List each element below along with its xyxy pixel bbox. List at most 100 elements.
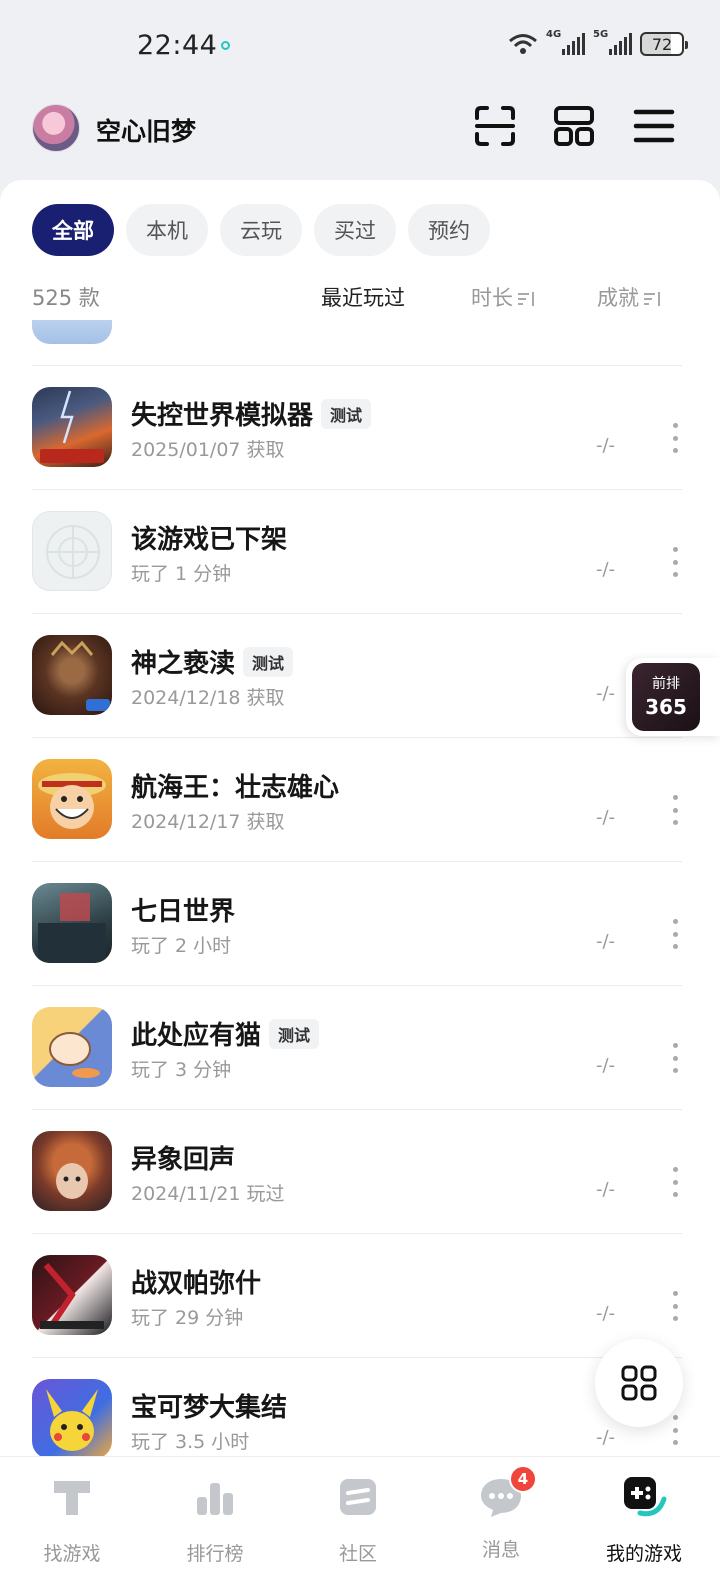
tab-label: 找游戏 (43, 1543, 101, 1565)
divider (32, 1357, 682, 1358)
tab-find-game[interactable]: 找游戏 (0, 1473, 144, 1566)
tab-my-games[interactable]: 我的游戏 (572, 1473, 716, 1566)
game-name: 此处应有猫 测试 (131, 1015, 320, 1052)
game-row[interactable]: 失控世界模拟器 测试 2025/01/07 获取 -/- (0, 365, 720, 489)
divider (32, 489, 682, 490)
sort-recent[interactable]: 最近玩过 (321, 282, 405, 312)
tab-label: 我的游戏 (605, 1543, 682, 1565)
tab-message[interactable]: 4 消息 (429, 1465, 573, 1562)
filter-reserved[interactable]: 预约 (408, 204, 490, 256)
game-icon[interactable] (32, 1131, 112, 1211)
game-subtitle: 玩了 2 小时 (131, 935, 232, 957)
game-icon[interactable] (32, 759, 112, 839)
game-score: -/- (596, 1055, 616, 1076)
placeholder-game-icon[interactable] (32, 511, 112, 591)
grid-icon (621, 1365, 657, 1401)
game-title: 失控世界模拟器 (131, 401, 314, 431)
game-title: 七日世界 (131, 897, 236, 927)
game-score: -/- (596, 1179, 616, 1200)
game-row[interactable]: 七日世界 玩了 2 小时 -/- (0, 861, 720, 985)
game-row[interactable]: 战双帕弥什 玩了 29 分钟 -/- (0, 1233, 720, 1357)
sort-duration[interactable]: 时长 (471, 282, 535, 312)
more-options-icon[interactable] (664, 795, 686, 825)
sort-bar: 525 款 最近玩过 时长 成就 (0, 278, 720, 318)
signal-4g-label: 4G (546, 29, 562, 40)
sort-achievement[interactable]: 成就 (597, 282, 661, 312)
status-indicators: 4G 5G 72 (508, 29, 688, 56)
username[interactable]: 空心旧梦 (96, 112, 196, 148)
wifi-icon (509, 34, 537, 54)
grid-view-button[interactable] (595, 1339, 683, 1427)
game-name: 七日世界 (131, 891, 235, 928)
tab-label: 消息 (481, 1539, 520, 1561)
game-title: 该游戏已下架 (131, 525, 288, 555)
game-name: 航海王：壮志雄心 (131, 767, 339, 804)
tab-community[interactable]: 社区 (286, 1473, 430, 1566)
game-icon-partial[interactable] (32, 320, 112, 344)
game-row[interactable]: 异象回声 2024/11/21 玩过 -/- (0, 1109, 720, 1233)
filter-all[interactable]: 全部 (32, 204, 114, 256)
more-options-icon[interactable] (664, 1415, 686, 1445)
divider (32, 1109, 682, 1110)
game-name: 神之亵渎 测试 (131, 643, 294, 680)
more-options-icon[interactable] (664, 1043, 686, 1073)
game-score: -/- (596, 1427, 616, 1448)
game-subtitle: 玩了 1 分钟 (131, 563, 232, 585)
layout-grid-icon[interactable] (552, 104, 596, 148)
game-title: 异象回声 (131, 1145, 236, 1175)
more-options-icon[interactable] (664, 919, 686, 949)
game-icon[interactable] (32, 635, 112, 715)
test-badge: 测试 (321, 398, 372, 429)
more-options-icon[interactable] (664, 1167, 686, 1197)
games-sheet: 全部 本机 云玩 买过 预约 525 款 最近玩过 时长 成就 失控世界模拟器测… (0, 180, 720, 1460)
menu-icon[interactable] (632, 104, 676, 148)
test-badge: 测试 (243, 646, 294, 677)
game-row[interactable]: 此处应有猫 测试 玩了 3 分钟 -/- (0, 985, 720, 1109)
game-title: 宝可梦大集结 (131, 1393, 288, 1423)
filter-purchased[interactable]: 买过 (314, 204, 396, 256)
game-icon[interactable] (32, 1007, 112, 1087)
divider (32, 613, 682, 614)
game-score: -/- (596, 559, 616, 580)
game-title: 此处应有猫 (131, 1021, 262, 1051)
filter-local[interactable]: 本机 (126, 204, 208, 256)
game-icon[interactable] (32, 1255, 112, 1335)
front-row-number: 365 (645, 695, 687, 719)
game-name: 宝可梦大集结 (131, 1387, 287, 1424)
filter-cloud[interactable]: 云玩 (220, 204, 302, 256)
game-score: -/- (596, 807, 616, 828)
sort-order-icon (518, 292, 534, 306)
game-subtitle: 2024/12/17 获取 (131, 811, 285, 833)
tab-ranking[interactable]: 排行榜 (143, 1473, 287, 1566)
signal-5g-label: 5G (593, 29, 609, 40)
front-row-badge[interactable]: 前排 365 (626, 658, 720, 736)
notification-dot-icon (221, 41, 230, 50)
game-score: -/- (596, 1303, 616, 1324)
game-row[interactable]: 航海王：壮志雄心 2024/12/17 获取 -/- (0, 737, 720, 861)
sort-duration-label: 时长 (471, 286, 513, 310)
more-options-icon[interactable] (664, 547, 686, 577)
game-row[interactable]: 神之亵渎 测试 2024/12/18 获取 -/- (0, 613, 720, 737)
game-score: -/- (596, 435, 616, 456)
game-count: 525 款 (32, 286, 100, 310)
divider (32, 365, 682, 366)
community-icon (340, 1479, 376, 1515)
front-row-badge-card: 前排 365 (632, 663, 700, 731)
sort-order-icon (644, 292, 660, 306)
game-subtitle: 2024/12/18 获取 (131, 687, 285, 709)
game-icon[interactable] (32, 883, 112, 963)
battery-level: 72 (651, 34, 673, 54)
game-score: -/- (596, 931, 616, 952)
more-options-icon[interactable] (664, 423, 686, 453)
scan-icon[interactable] (473, 104, 517, 148)
sort-achievement-label: 成就 (597, 286, 639, 310)
more-options-icon[interactable] (664, 1291, 686, 1321)
game-icon[interactable] (32, 387, 112, 467)
game-icon[interactable] (32, 1379, 112, 1459)
divider (32, 737, 682, 738)
game-row[interactable]: 该游戏已下架 玩了 1 分钟 -/- (0, 489, 720, 613)
signal-4g-icon: 4G (546, 29, 585, 55)
message-count-badge: 4 (509, 1465, 537, 1493)
avatar[interactable] (32, 104, 80, 152)
game-title: 神之亵渎 (131, 649, 236, 679)
